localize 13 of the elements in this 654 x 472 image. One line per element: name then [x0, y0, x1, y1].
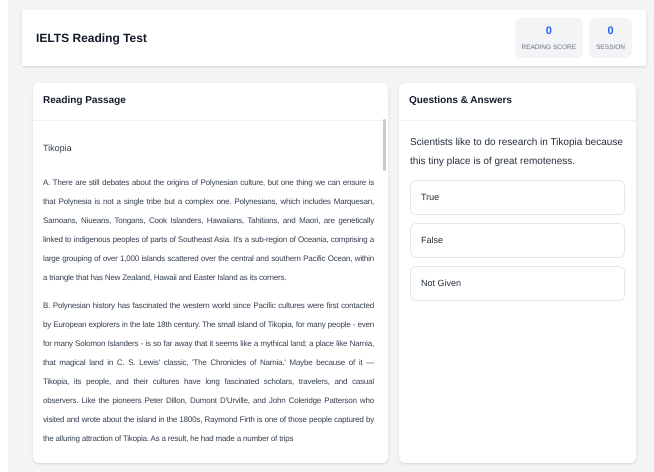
stat-value: 0: [546, 24, 552, 40]
answer-option[interactable]: Not Given: [410, 266, 625, 301]
answer-option[interactable]: False: [410, 223, 625, 258]
passage-paragraph: A. There are still debates about the origins of Polynesian culture, but one thing we can ensure is that Polynesia is not a single tribe but a complex one. Polynesians, which includes Marquesan, Samoans, Niueans, Tongans, Cook Islanders, Hawaiians, Tahitians, and Maori, are genetically linked to indigenous peoples of parts of Southeast Asia. It's a sub-region of Oceania, comprising a large grouping of over 1,000 islands scattered over the central and southern Pacific Ocean, within a triangle that has New Zealand, Hawaii and Easter Island as its corners.: [43, 177, 374, 284]
question-text: Scientists like to do research in Tikopia because this tiny place is of great remoteness.: [409, 136, 624, 169]
panel-heading: Questions & Answers: [399, 83, 636, 121]
scrollbar[interactable]: [383, 119, 386, 171]
passage-paragraph: B. Polynesian history has fascinated the western world since Pacific cultures were first contacted by European explorers in the late 18th century. The small island of Tikopia, for many people - even for many Solomon Islanders - is so far away that it seems like a mythical land; a place like Narnia, that magical land in C. S. Lewis' classic, 'The Chronicles of Narnia.' Maybe because of it — Tikopia, its people, and their cultures have long fascinated scholars, travelers, and casual observers. Like the pioneers Peter Dillon, Dumont D'Urville, and John Coleridge Patterson who visited and wrote about the island in the 1800s, Raymond Firth is one of those people captured by the alluring attraction of Tikopia. As a result, he had made a number of trips: [43, 300, 374, 445]
answer-option[interactable]: True: [410, 180, 625, 215]
panel-heading: Reading Passage: [33, 83, 388, 121]
stat-value: 0: [607, 24, 614, 40]
passage-title: Tikopia: [43, 142, 73, 155]
page-title: IELTS Reading Test: [36, 30, 147, 47]
